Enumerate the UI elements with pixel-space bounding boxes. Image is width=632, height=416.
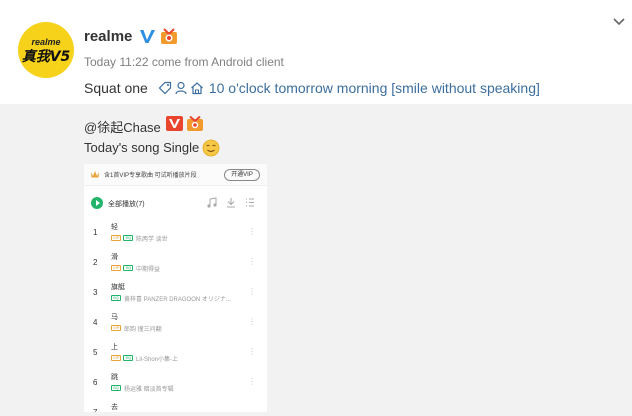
open-vip-button[interactable]: 开通VIP <box>224 169 260 181</box>
repost-username[interactable]: @徐起Chase <box>84 117 161 136</box>
song-tags: VIP <box>111 325 122 331</box>
music-note-icon[interactable] <box>207 197 217 208</box>
song-artist: 中期得益 <box>136 267 161 273</box>
song-title: 跳 <box>111 374 118 381</box>
song-artist: Lil-Shon小集-上 <box>136 357 179 363</box>
song-row[interactable]: 2 滑 VIP SQ 中期得益 ⋮ <box>84 249 267 279</box>
song-number: 2 <box>93 258 98 267</box>
song-number: 7 <box>93 408 97 412</box>
verified-v-icon <box>166 116 183 131</box>
playlist-tools <box>207 197 255 208</box>
more-icon[interactable]: ⋮ <box>248 227 256 236</box>
song-row[interactable]: 7 去 <box>84 399 267 412</box>
song-tags: VIP SQ <box>111 235 134 241</box>
song-artist: 郎韵 撞三问翻 <box>124 327 162 333</box>
more-icon[interactable]: ⋮ <box>248 347 256 356</box>
play-all-row[interactable]: 全部播放(7) <box>84 195 267 211</box>
song-row[interactable]: 1 轻 VIP SQ 陈两学 谈世 ⋮ <box>84 219 267 249</box>
vip-banner-text: 含1首VIP专享歌曲 可试听播放片段 <box>104 173 197 179</box>
sq-tag: SQ <box>123 265 134 271</box>
vip-tag: VIP <box>111 265 122 271</box>
sq-tag: SQ <box>111 385 121 391</box>
post-username[interactable]: realme <box>84 28 132 45</box>
song-row[interactable]: 6 跳 SQ 杨运雅 暗淡首专辑 ⋮ <box>84 369 267 399</box>
avatar[interactable]: realme 真我V5 <box>18 22 74 78</box>
song-number: 1 <box>93 228 98 237</box>
smile-emoji-icon <box>202 139 220 157</box>
more-icon[interactable]: ⋮ <box>248 257 256 266</box>
repost-text: Today's song Single <box>84 140 200 155</box>
sq-tag: SQ <box>123 235 134 241</box>
home-icon <box>190 82 203 95</box>
song-tags: VIP SQ <box>111 265 134 271</box>
song-row[interactable]: 5 上 VIP SQ Lil-Shon小集-上 ⋮ <box>84 339 267 369</box>
medal-badge-icon <box>161 28 177 44</box>
post-text-link[interactable]: 10 o'clock tomorrow morning [smile witho… <box>209 80 540 96</box>
song-row[interactable]: 4 马 VIP 郎韵 撞三问翻 ⋮ <box>84 309 267 339</box>
song-number: 3 <box>93 288 98 297</box>
vip-tag: VIP <box>111 355 122 361</box>
song-artist: 杨运雅 暗淡首专辑 <box>124 387 174 393</box>
tag-icon <box>158 81 171 95</box>
vip-tag: VIP <box>111 235 122 241</box>
more-icon[interactable]: ⋮ <box>248 287 256 296</box>
song-number: 5 <box>93 348 98 357</box>
person-icon <box>175 81 187 95</box>
song-artist: 黄梓喜 PANZER DRAGOON オリジナ... <box>124 297 231 303</box>
song-title: 马 <box>111 314 118 321</box>
more-icon[interactable]: ⋮ <box>248 317 256 326</box>
song-row[interactable]: 3 旗艇 SQ 黄梓喜 PANZER DRAGOON オリジナ... ⋮ <box>84 279 267 309</box>
song-tags: SQ <box>111 385 121 391</box>
vip-crown-icon <box>91 171 99 178</box>
play-triangle-icon <box>96 200 100 206</box>
song-number: 4 <box>93 318 98 327</box>
song-tags: SQ <box>111 295 121 301</box>
sq-tag: SQ <box>123 355 134 361</box>
music-playlist-screenshot[interactable]: 含1首VIP专享歌曲 可试听播放片段 开通VIP 全部播放(7) 1 轻 VIP… <box>84 164 267 412</box>
song-title: 旗艇 <box>111 284 125 291</box>
play-all-label: 全部播放(7) <box>108 201 145 208</box>
vip-banner: 含1首VIP专享歌曲 可试听播放片段 开通VIP <box>84 164 267 186</box>
song-number: 6 <box>93 378 98 387</box>
song-title: 去 <box>111 404 118 411</box>
download-icon[interactable] <box>226 197 236 208</box>
song-tags: VIP SQ <box>111 355 134 361</box>
weibo-post: realme 真我V5 realme Today 11:22 come from… <box>0 0 632 104</box>
song-title: 上 <box>111 344 118 351</box>
song-title: 轻 <box>111 224 118 231</box>
vip-tag: VIP <box>111 325 122 331</box>
song-artist: 陈两学 谈世 <box>136 237 168 243</box>
verified-v-icon <box>140 30 155 43</box>
post-text: Squat one 10 o'clock tomorrow morning [s… <box>84 80 540 96</box>
sq-tag: SQ <box>111 295 121 301</box>
medal-badge-icon <box>187 116 203 131</box>
song-title: 滑 <box>111 254 118 261</box>
list-menu-icon[interactable] <box>245 197 255 208</box>
post-meta: Today 11:22 come from Android client <box>84 55 284 69</box>
more-icon[interactable]: ⋮ <box>248 377 256 386</box>
post-text-plain: Squat one <box>84 80 148 96</box>
avatar-slogan-text: 真我V5 <box>21 49 71 65</box>
chevron-down-icon[interactable] <box>612 17 626 27</box>
link-icons[interactable] <box>158 81 204 95</box>
